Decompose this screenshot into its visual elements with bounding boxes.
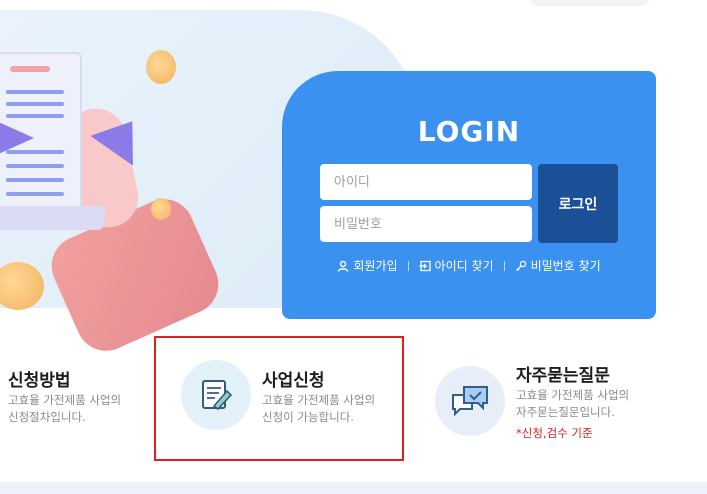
login-arrow-icon [419, 260, 431, 271]
feature-description: 고효율 가전제품 사업의 신청이 가능합니다. [262, 393, 376, 424]
find-id-link[interactable]: 아이디 찾기 [419, 257, 494, 274]
find-password-link[interactable]: 비밀번호 찾기 [515, 257, 601, 274]
coin-illustration [151, 198, 171, 220]
coin-illustration [146, 50, 176, 84]
login-button[interactable]: 로그인 [538, 164, 618, 243]
arrow-illustration [0, 120, 34, 156]
link-divider [407, 260, 409, 271]
feature-title[interactable]: 사업신청 [262, 366, 325, 391]
key-icon [515, 260, 526, 271]
user-icon [338, 260, 349, 272]
login-links: 회원가입 아이디 찾기 비밀번호 찾기 [282, 257, 656, 274]
apply-feature-icon[interactable] [181, 360, 251, 430]
document-edit-icon [202, 380, 233, 411]
login-panel: LOGIN 로그인 회원가입 아이디 찾기 비밀번호 찾기 [282, 71, 656, 319]
password-input[interactable] [320, 206, 532, 242]
login-title: LOGIN [417, 115, 521, 148]
signup-label: 회원가입 [353, 259, 398, 273]
find-id-label: 아이디 찾기 [434, 259, 494, 273]
feature-description: 고효율 가전제품 사업의 자주묻는질문입니다. [516, 388, 630, 419]
signup-link[interactable]: 회원가입 [337, 257, 398, 274]
top-decoration [530, 0, 650, 6]
chat-check-icon [452, 386, 488, 417]
receipt-illustration-base [0, 206, 106, 230]
feature-title[interactable]: 자주묻는질문 [516, 361, 610, 386]
faq-feature-icon[interactable] [435, 366, 505, 436]
link-divider [503, 260, 505, 271]
id-input[interactable] [320, 164, 532, 200]
feature-description: 고효율 가전제품 사업의 신청절차입니다. [8, 393, 122, 424]
feature-title[interactable]: 신청방법 [8, 366, 71, 391]
find-password-label: 비밀번호 찾기 [530, 259, 601, 273]
section-divider [0, 482, 707, 494]
feature-note: *신청,검수 기준 [516, 426, 593, 440]
